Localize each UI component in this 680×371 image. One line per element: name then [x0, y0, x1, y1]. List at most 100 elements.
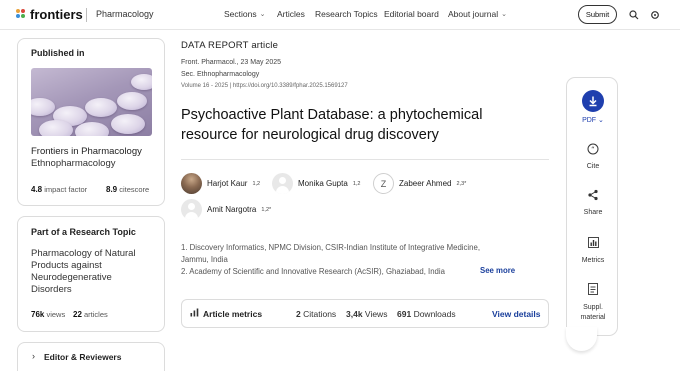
volume-doi[interactable]: Volume 16 - 2025 | https://doi.org/10.33…	[181, 83, 348, 89]
author-amit-nargotra[interactable]: Amit Nargotra 1,2*	[181, 199, 271, 220]
editors-reviewers-toggle[interactable]: › Editor & Reviewers	[17, 342, 165, 371]
citations-label: Citations	[303, 309, 337, 319]
impact-factor: 4.8 impact factor	[31, 185, 87, 194]
nav-editorial-board[interactable]: Editorial board	[384, 9, 439, 19]
nav-articles-label: Articles	[277, 9, 305, 19]
chevron-down-icon: ⌄	[598, 117, 604, 124]
nav-about-journal-label: About journal	[448, 9, 499, 19]
author-affiliation-sup: 2,3*	[456, 180, 467, 187]
chevron-down-icon: ⌄	[501, 11, 507, 18]
article-metrics-bar: Article metrics 2 Citations 3,4k Views 6…	[181, 299, 549, 328]
pdf-dropdown[interactable]: PDF ⌄	[567, 116, 619, 125]
views-count: 3,4k Views	[346, 309, 387, 319]
share-icon[interactable]	[586, 188, 600, 202]
article-metrics-label: Article metrics	[203, 309, 263, 319]
article-title-line-2: resource for neurological drug discovery	[181, 127, 439, 143]
metrics-label[interactable]: Metrics	[567, 256, 619, 265]
nav-editorial-board-label: Editorial board	[384, 9, 439, 19]
affiliation-1-cont: Jammu, India	[181, 255, 228, 264]
bar-chart-icon	[190, 308, 199, 319]
topic-views-value: 76k	[31, 310, 45, 319]
download-pdf-button[interactable]	[582, 90, 604, 112]
article-title: Psychoactive Plant Database: a phytochem…	[181, 105, 541, 145]
views-label: Views	[364, 309, 388, 319]
author-affiliation-sup: 1,2	[252, 180, 261, 187]
impact-factor-label: impact factor	[44, 185, 88, 194]
citations-value: 2	[296, 309, 301, 319]
journal-title[interactable]: Frontiers in Pharmacology	[31, 146, 142, 158]
author-name: Harjot Kaur	[207, 179, 248, 188]
avatar	[181, 199, 202, 220]
topic-views: 76k views	[31, 310, 65, 319]
citescore-value: 8.9	[106, 185, 118, 194]
citescore: 8.9 citescore	[106, 185, 149, 194]
journal-date: Front. Pharmacol., 23 May 2025	[181, 59, 281, 66]
top-header: frontiers Pharmacology Sections ⌄ Articl…	[0, 0, 680, 30]
nav-about-journal[interactable]: About journal ⌄	[448, 9, 507, 19]
nav-research-topics[interactable]: Research Topics	[315, 9, 378, 19]
logo-text: frontiers	[30, 7, 83, 22]
document-icon[interactable]	[586, 282, 600, 296]
quote-icon[interactable]: “	[586, 142, 600, 156]
author-name: Monika Gupta	[298, 179, 348, 188]
metrics-icon[interactable]	[586, 235, 600, 249]
avatar	[272, 173, 293, 194]
search-icon[interactable]	[627, 8, 641, 22]
nav-research-topics-label: Research Topics	[315, 9, 378, 19]
author-name: Zabeer Ahmed	[399, 179, 452, 188]
article-type: DATA REPORT article	[181, 40, 279, 51]
nav-sections-label: Sections	[224, 9, 257, 19]
article-title-line-1: Psychoactive Plant Database: a phytochem…	[181, 107, 483, 123]
topic-articles: 22 articles	[73, 310, 108, 319]
journal-section: Ethnopharmacology	[31, 158, 116, 169]
research-topic-line-3: Neurodegenerative	[31, 272, 112, 283]
topic-views-label: views	[46, 310, 66, 319]
downloads-value: 691	[397, 309, 412, 319]
citations-count: 2 Citations	[296, 309, 336, 319]
share-label[interactable]: Share	[567, 208, 619, 217]
impact-factor-value: 4.8	[31, 185, 43, 194]
frontiers-logo-icon	[16, 8, 27, 21]
suppl-label-line-2[interactable]: material	[567, 313, 619, 322]
suppl-label-line-1[interactable]: Suppl.	[567, 303, 619, 312]
author-name: Amit Nargotra	[207, 205, 257, 214]
svg-text:“: “	[591, 146, 595, 154]
title-divider	[181, 159, 549, 160]
article-section[interactable]: Sec. Ethnopharmacology	[181, 71, 259, 78]
views-value: 3,4k	[346, 309, 363, 319]
chevron-down-icon: ⌄	[259, 11, 266, 18]
chevron-right-icon: ›	[32, 351, 35, 361]
view-details-link[interactable]: View details	[492, 309, 541, 319]
submit-button[interactable]: Submit	[578, 5, 617, 24]
cite-label[interactable]: Cite	[567, 162, 619, 171]
research-topic-heading: Part of a Research Topic	[31, 227, 136, 237]
author-harjot-kaur[interactable]: Harjot Kaur 1,2	[181, 173, 260, 194]
topic-articles-label: articles	[84, 310, 108, 319]
journal-cover-image	[31, 68, 152, 136]
action-rail: PDF ⌄ “ Cite Share Metrics Suppl. materi…	[566, 77, 618, 336]
scroll-button[interactable]	[566, 327, 597, 351]
downloads-count: 691 Downloads	[397, 309, 456, 319]
download-icon	[589, 96, 597, 107]
nav-sections[interactable]: Sections ⌄	[224, 9, 265, 19]
journal-name[interactable]: Pharmacology	[96, 9, 154, 19]
frontiers-logo[interactable]: frontiers	[16, 7, 83, 22]
avatar	[181, 173, 202, 194]
header-divider	[86, 8, 87, 22]
editors-reviewers-label: Editor & Reviewers	[44, 352, 122, 362]
affiliation-2: 2. Academy of Scientific and Innovative …	[181, 267, 445, 276]
author-monika-gupta[interactable]: Monika Gupta 1,2	[272, 173, 360, 194]
research-topic-line-1: Pharmacology of Natural	[31, 248, 136, 259]
see-more-link[interactable]: See more	[480, 266, 515, 275]
downloads-label: Downloads	[413, 309, 456, 319]
research-topic-card[interactable]: Part of a Research Topic Pharmacology of…	[17, 216, 165, 332]
topic-articles-value: 22	[73, 310, 82, 319]
author-affiliation-sup: 1,2*	[261, 206, 272, 213]
author-zabeer-ahmed[interactable]: Z Zabeer Ahmed 2,3*	[373, 173, 466, 194]
research-topic-line-4: Disorders	[31, 284, 72, 295]
avatar: Z	[373, 173, 394, 194]
published-in-card: Published in Frontiers in Pharmacology E…	[17, 38, 165, 206]
author-affiliation-sup: 1,2	[352, 180, 361, 187]
pdf-label: PDF	[582, 117, 597, 124]
nav-articles[interactable]: Articles	[277, 9, 305, 19]
